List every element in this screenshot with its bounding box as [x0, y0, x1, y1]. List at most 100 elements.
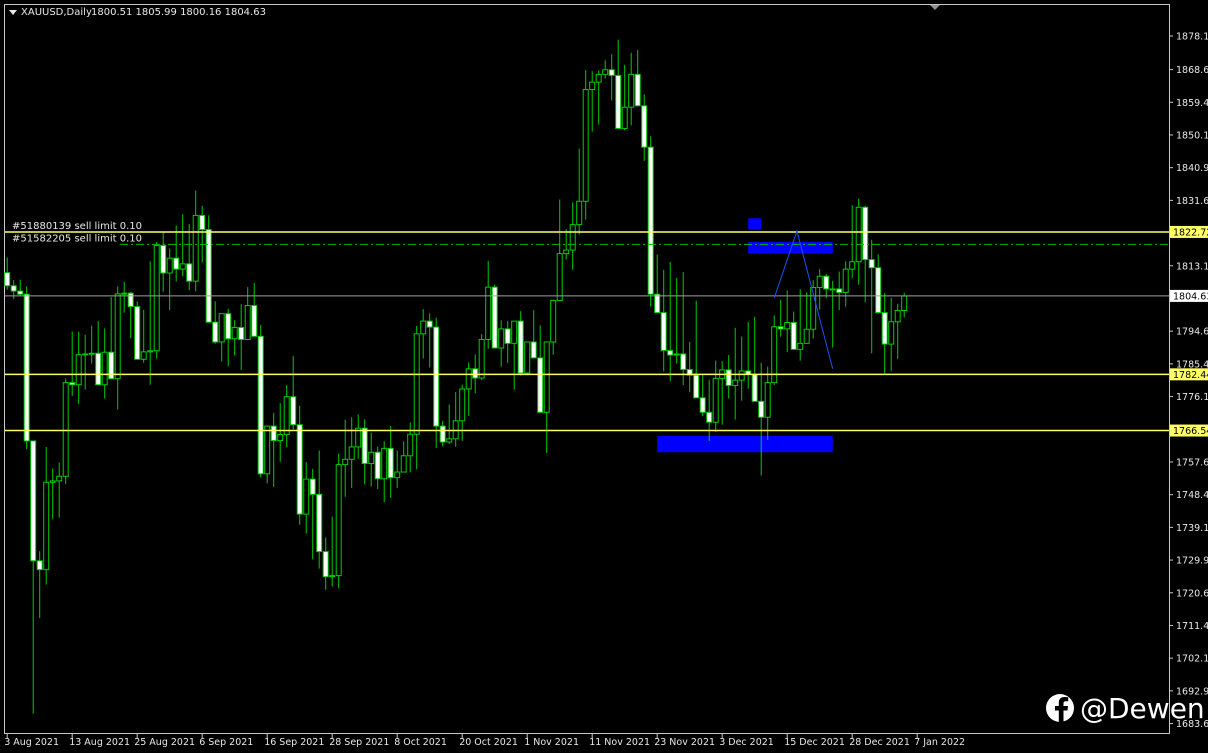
y-tick-label: 1859.40	[1176, 98, 1208, 109]
dropdown-triangle-icon[interactable]	[9, 10, 17, 15]
candle-body	[95, 352, 102, 386]
x-tick-label: 8 Oct 2021	[394, 737, 447, 748]
candle-body	[322, 551, 329, 578]
candle-body	[849, 261, 856, 270]
y-tick-label: 1702.15	[1176, 654, 1208, 665]
candle-body	[712, 377, 719, 423]
candle-body	[160, 244, 167, 274]
x-tick-label: 13 Aug 2021	[69, 737, 130, 748]
y-tick-label: 1711.40	[1176, 621, 1208, 632]
y-tick-label: 1757.65	[1176, 457, 1208, 468]
candle-body	[602, 69, 609, 75]
candle-body	[205, 229, 212, 323]
y-tick-label: 1739.15	[1176, 523, 1208, 534]
x-tick-label: 28 Sep 2021	[329, 737, 389, 748]
candle-body	[218, 313, 225, 343]
candle-body	[17, 290, 24, 295]
candle-body	[56, 475, 63, 482]
candles-layer	[4, 39, 908, 714]
y-tick-label: 1831.65	[1176, 196, 1208, 207]
candle-body	[459, 388, 466, 422]
candle-body	[784, 322, 791, 330]
candle-body	[290, 396, 297, 426]
candle-body	[842, 268, 849, 293]
candle-body	[251, 305, 258, 337]
candle-body	[751, 373, 758, 402]
candle-body	[186, 263, 193, 282]
candle-body	[114, 293, 121, 380]
candle-body	[693, 374, 700, 399]
candle-body	[875, 267, 882, 314]
candle-body	[595, 73, 602, 83]
candle-body	[901, 295, 908, 311]
candle-body	[732, 379, 739, 386]
candle-body	[433, 326, 440, 427]
candle-body	[361, 427, 368, 465]
chart-shift-marker-icon[interactable]	[930, 5, 940, 10]
x-tick-label: 3 Dec 2021	[719, 737, 774, 748]
candle-body	[231, 326, 238, 340]
x-tick-label: 15 Dec 2021	[784, 737, 845, 748]
candle-body	[797, 342, 804, 350]
candle-body	[647, 146, 654, 295]
y-tick-label: 1813.15	[1176, 261, 1208, 272]
candle-body	[524, 341, 531, 374]
candle-body	[608, 69, 615, 76]
candle-body	[270, 425, 277, 442]
order-labels-layer: #51880139 sell limit 0.10#51582205 sell …	[12, 221, 142, 244]
candle-body	[888, 321, 895, 345]
price-tag-label: 1804.63	[1173, 291, 1208, 302]
candle-body	[634, 73, 641, 107]
candle-body	[212, 321, 219, 343]
candle-body	[790, 322, 797, 350]
candle-body	[166, 257, 173, 274]
candle-body	[316, 493, 323, 553]
x-tick-label: 11 Nov 2021	[589, 737, 650, 748]
candle-body	[543, 341, 550, 413]
price-tag-label: 1822.72	[1173, 227, 1208, 238]
candle-body	[816, 275, 823, 289]
zone-rect-1	[748, 241, 833, 254]
zone-rect-2	[657, 435, 833, 453]
price-chart[interactable]: #51880139 sell limit 0.10#51582205 sell …	[0, 0, 1208, 753]
candle-body	[179, 263, 186, 270]
candle-body	[472, 368, 479, 379]
y-tick-label: 1878.15	[1176, 32, 1208, 43]
candle-body	[569, 224, 576, 251]
candle-body	[82, 353, 89, 356]
facebook-icon	[1046, 694, 1074, 722]
candle-body	[504, 328, 511, 344]
y-tick-label: 1748.40	[1176, 490, 1208, 501]
candle-body	[517, 320, 524, 374]
candle-body	[277, 434, 284, 442]
candle-body	[387, 447, 394, 479]
candle-body	[127, 292, 134, 308]
candle-body	[894, 309, 901, 323]
candle-body	[368, 451, 375, 465]
candle-body	[706, 411, 713, 423]
candle-body	[173, 257, 180, 270]
watermark-text: @Dewen	[1080, 692, 1205, 725]
price-axis[interactable]: 1878.15 1868.65 1859.40 1850.15 1840.90 1831.…	[1169, 32, 1208, 731]
candle-body	[309, 478, 316, 495]
y-tick-label: 1840.90	[1176, 163, 1208, 174]
candle-body	[589, 81, 596, 91]
candle-body	[49, 480, 56, 483]
candle-body	[147, 350, 154, 353]
y-tick-label: 1729.90	[1176, 556, 1208, 567]
time-axis[interactable]: 3 Aug 2021 13 Aug 2021 25 Aug 2021 6 Sep 20…	[4, 733, 965, 748]
candle-body	[829, 288, 836, 291]
candle-body	[654, 293, 661, 314]
candle-body	[628, 73, 635, 108]
candle-body	[498, 328, 505, 349]
candle-body	[556, 253, 563, 302]
order-label-1: #51582205 sell limit 0.10	[12, 233, 142, 244]
candle-body	[550, 300, 557, 343]
x-tick-label: 25 Aug 2021	[134, 737, 195, 748]
candle-body	[407, 433, 414, 457]
candle-body	[88, 352, 95, 355]
candle-body	[30, 440, 37, 562]
candle-body	[23, 293, 30, 442]
candle-body	[862, 206, 869, 261]
candle-body	[335, 464, 342, 577]
